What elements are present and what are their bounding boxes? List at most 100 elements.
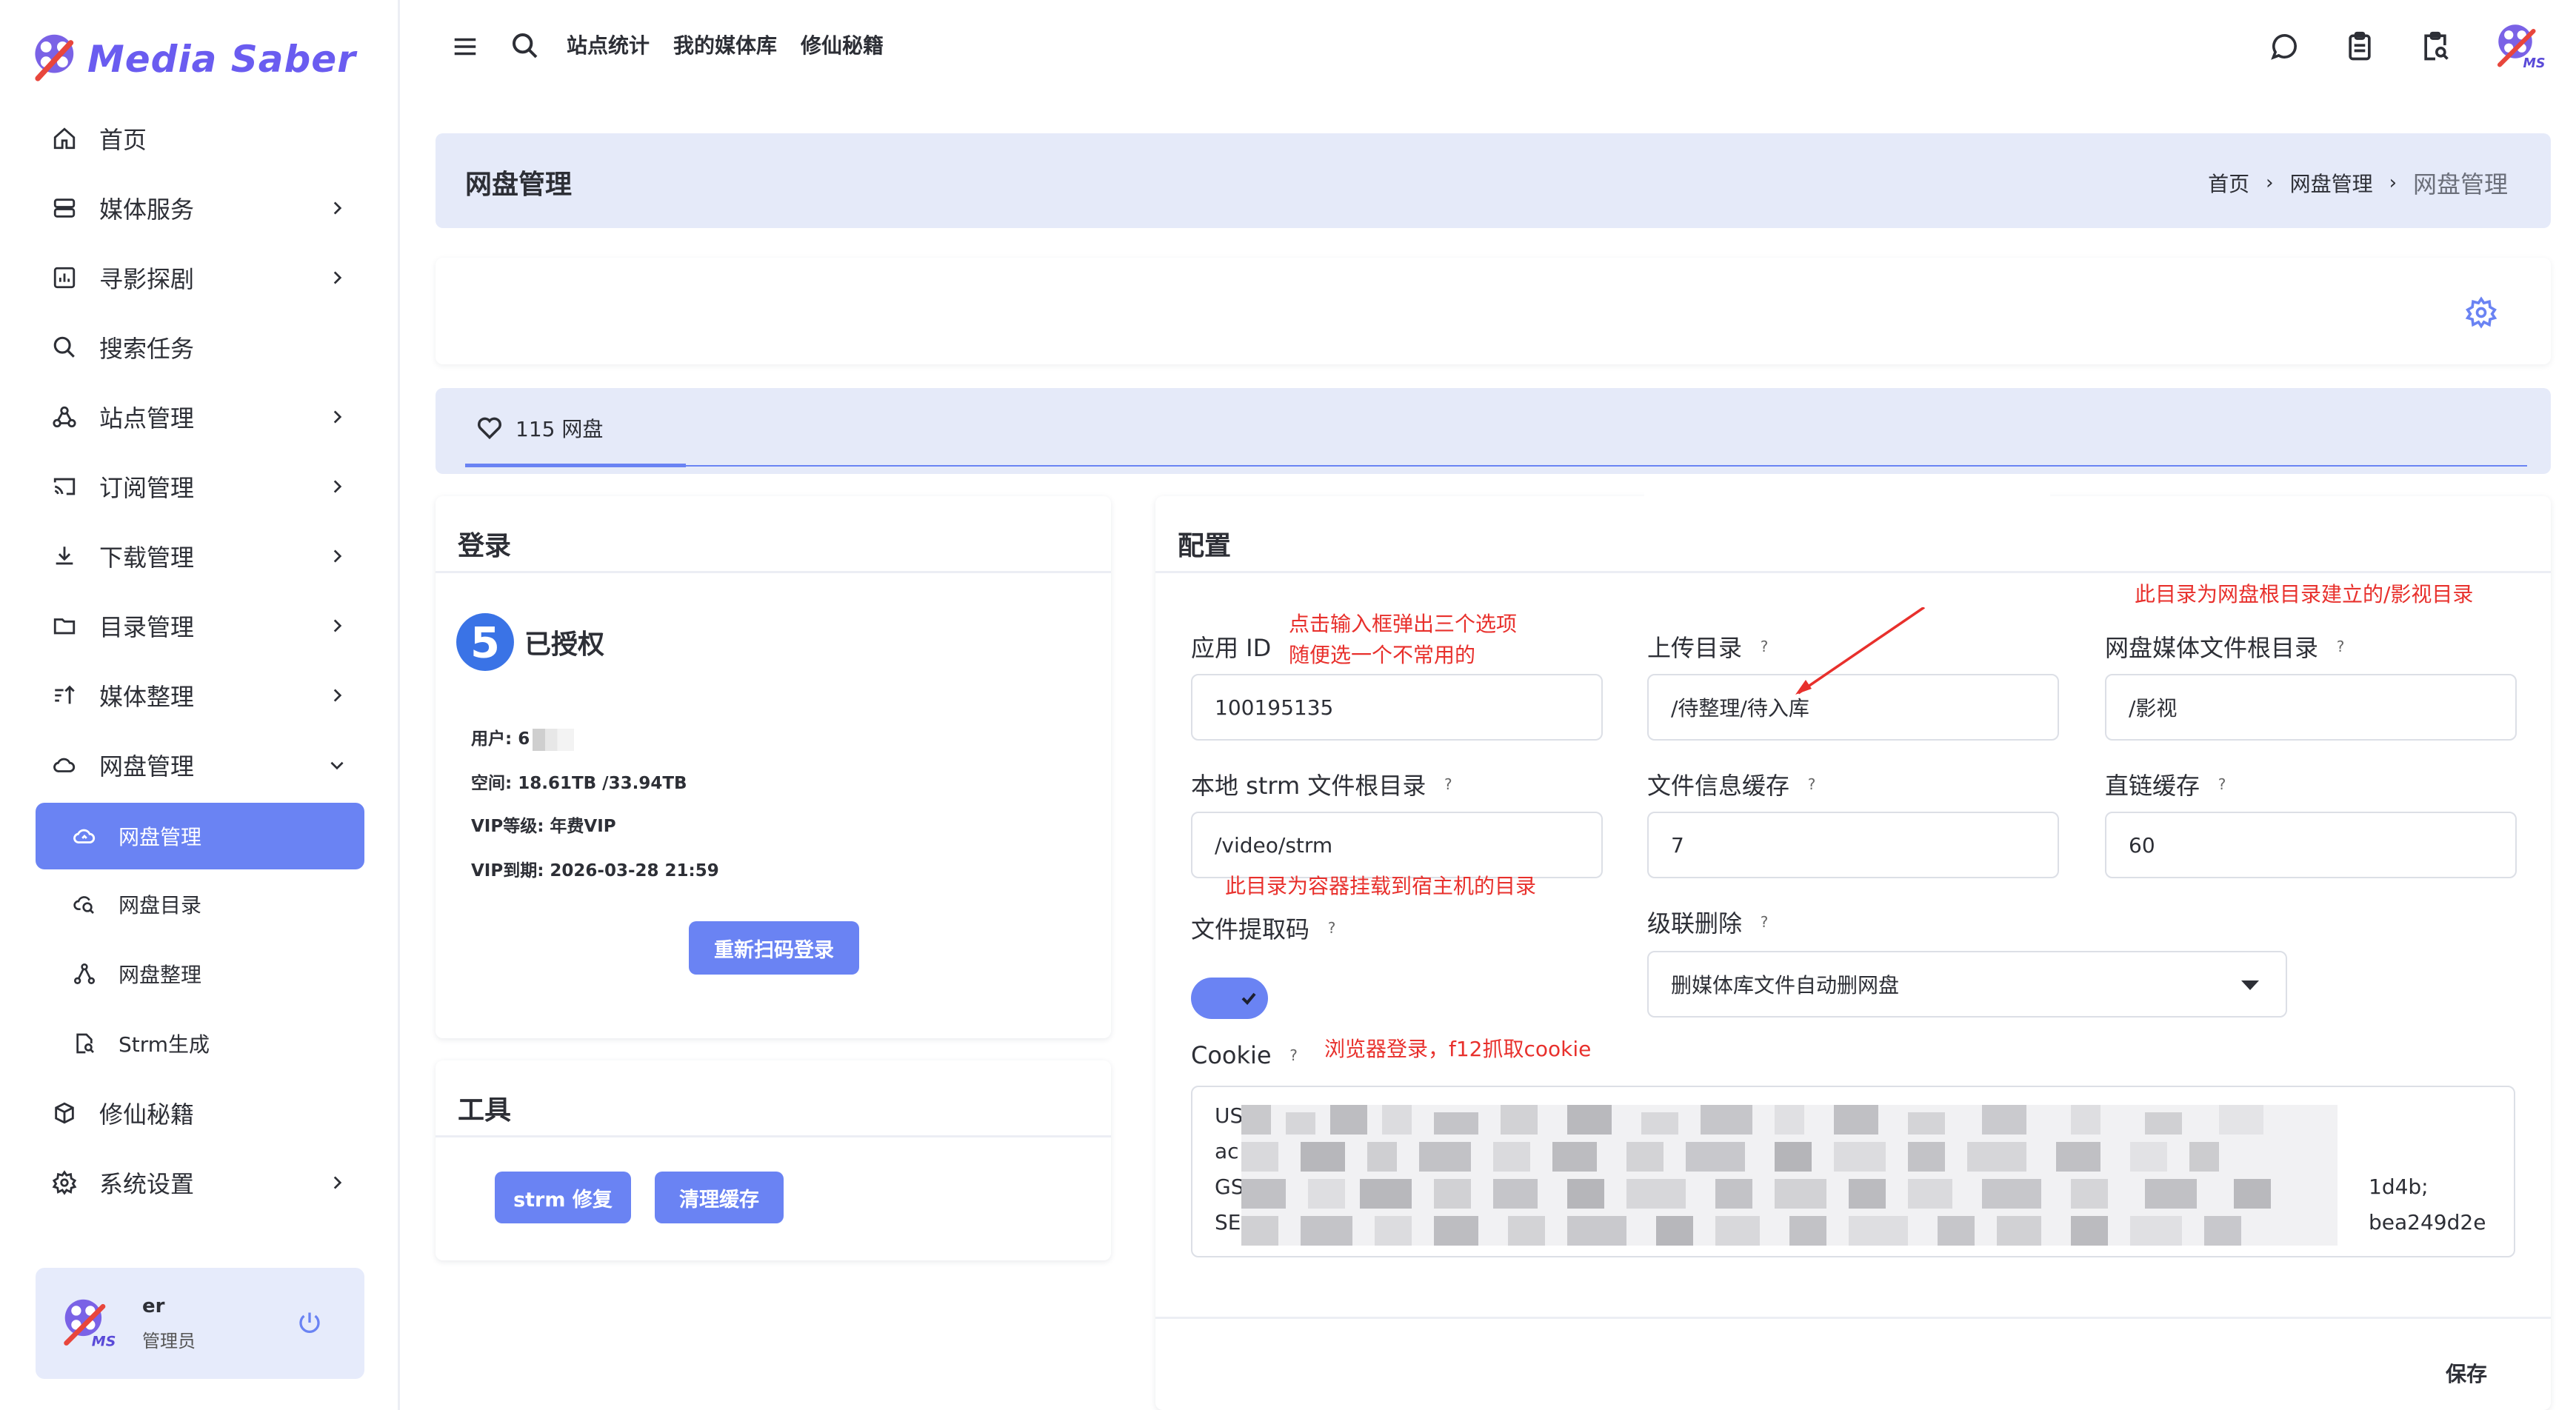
- sidebar-item-label: 修仙秘籍: [99, 1100, 195, 1129]
- svg-text:MS: MS: [92, 1333, 116, 1349]
- breadcrumb: 首页 › 网盘管理 › 网盘管理: [2208, 166, 2508, 200]
- user-name: er: [142, 1294, 165, 1317]
- help-icon[interactable]: ?: [1755, 913, 1773, 931]
- sidebar-item-home[interactable]: 首页: [36, 104, 364, 173]
- tab-115-drive[interactable]: 115 网盘: [476, 413, 603, 443]
- sidebar-subitem-label: Strm生成: [119, 1032, 210, 1057]
- sidebar-item-media-service[interactable]: 媒体服务: [36, 173, 364, 243]
- help-icon[interactable]: ?: [2332, 638, 2349, 655]
- sidebar-subitem-strm[interactable]: Strm生成: [36, 1009, 364, 1078]
- chevron-right-icon: [333, 480, 342, 493]
- help-icon[interactable]: ?: [1285, 1046, 1303, 1064]
- link-cache-label: 直链缓存?: [2105, 767, 2231, 801]
- top-right-actions: MS: [2268, 21, 2576, 73]
- annotation-cookie: 浏览器登录，f12抓取cookie: [1324, 1037, 1592, 1061]
- file-cache-input[interactable]: 7: [1647, 812, 2059, 878]
- app-id-label: 应用 ID: [1191, 629, 1271, 664]
- chevron-right-icon: [333, 201, 342, 215]
- help-icon[interactable]: ?: [2213, 775, 2231, 793]
- top-link-site-stats[interactable]: 站点统计: [567, 30, 650, 59]
- page-title: 网盘管理: [465, 170, 573, 200]
- link-cache-input[interactable]: 60: [2105, 812, 2517, 878]
- cookie-line: SE: [1215, 1210, 1241, 1234]
- cascade-delete-select[interactable]: 删媒体库文件自动删网盘: [1647, 951, 2287, 1018]
- sidebar-item-explore[interactable]: 寻影探剧: [36, 243, 364, 313]
- menu-icon[interactable]: [451, 33, 479, 61]
- breadcrumb-cloud[interactable]: 网盘管理: [2290, 168, 2373, 198]
- organize-icon: [71, 960, 98, 987]
- home-icon: [50, 124, 79, 153]
- cascade-delete-value: 删媒体库文件自动删网盘: [1671, 973, 1900, 998]
- message-icon[interactable]: [2268, 30, 2300, 63]
- annotation-app-id-1: 点击输入框弹出三个选项: [1289, 612, 1518, 636]
- sites-icon: [50, 403, 79, 431]
- sidebar-item-subscriptions[interactable]: 订阅管理: [36, 452, 364, 521]
- cookie-label: Cookie?: [1191, 1041, 1303, 1069]
- sidebar-item-secrets[interactable]: 修仙秘籍: [36, 1078, 364, 1148]
- top-links: 站点统计 我的媒体库 修仙秘籍: [567, 30, 884, 59]
- sidebar-item-label: 媒体服务: [99, 196, 195, 224]
- rescan-login-button[interactable]: 重新扫码登录: [689, 921, 859, 975]
- help-icon[interactable]: ?: [1803, 775, 1821, 793]
- clipboard-icon[interactable]: [2343, 30, 2376, 63]
- user-card[interactable]: MS er 管理员: [36, 1268, 364, 1379]
- avatar[interactable]: MS: [2495, 21, 2546, 73]
- sidebar-subitem-label: 网盘整理: [119, 963, 202, 987]
- check-icon: [1241, 992, 1256, 1005]
- sidebar-item-sites[interactable]: 站点管理: [36, 382, 364, 452]
- box-icon: [50, 1099, 79, 1127]
- page-title-bar: 网盘管理 首页 › 网盘管理 › 网盘管理: [436, 133, 2551, 228]
- help-icon[interactable]: ?: [1439, 775, 1457, 793]
- cookie-line: ac: [1215, 1139, 1239, 1163]
- chevron-right-icon: [333, 549, 342, 563]
- clear-cache-button[interactable]: 清理缓存: [655, 1172, 784, 1223]
- sidebar-item-directories[interactable]: 目录管理: [36, 591, 364, 661]
- gear-icon[interactable]: [2465, 296, 2497, 329]
- sidebar-item-downloads[interactable]: 下载管理: [36, 521, 364, 591]
- sidebar-item-label: 网盘管理: [99, 752, 195, 781]
- sidebar-subitem-label: 网盘目录: [119, 893, 202, 918]
- top-link-my-library[interactable]: 我的媒体库: [673, 30, 777, 59]
- strm-dir-input[interactable]: /video/strm: [1191, 812, 1603, 878]
- cascade-delete-label: 级联删除?: [1647, 905, 1773, 939]
- sidebar-item-settings[interactable]: 系统设置: [36, 1148, 364, 1217]
- sidebar-subitem-cloud-directory[interactable]: 网盘目录: [36, 869, 364, 939]
- app-logo-text: Media Saber: [87, 38, 356, 81]
- power-icon[interactable]: [296, 1309, 323, 1336]
- help-icon[interactable]: ?: [1323, 919, 1341, 937]
- auth-status-text: 已授权: [524, 629, 605, 660]
- sidebar-item-cloud-drive[interactable]: 网盘管理: [36, 730, 364, 800]
- top-link-secrets[interactable]: 修仙秘籍: [801, 30, 884, 59]
- search-icon[interactable]: [510, 31, 540, 61]
- breadcrumb-home[interactable]: 首页: [2208, 168, 2249, 198]
- sidebar-item-media-organize[interactable]: 媒体整理: [36, 661, 364, 730]
- upload-dir-label-text: 上传目录: [1647, 634, 1743, 662]
- account-vip-expire: VIP到期: 2026-03-28 21:59: [471, 861, 719, 881]
- user-info: er 管理员: [142, 1295, 196, 1352]
- config-header-overlay: [1644, 481, 2050, 567]
- account-vip-level: VIP等级: 年费VIP: [471, 817, 616, 836]
- save-button[interactable]: 保存: [2446, 1358, 2487, 1388]
- root-dir-label: 网盘媒体文件根目录?: [2105, 629, 2349, 664]
- tools-card-title: 工具: [436, 1060, 1111, 1137]
- sidebar-subitem-cloud-organize[interactable]: 网盘整理: [36, 939, 364, 1009]
- chevron-right-icon: [333, 271, 342, 284]
- root-dir-input[interactable]: /影视: [2105, 674, 2517, 741]
- file-cache-label: 文件信息缓存?: [1647, 767, 1821, 801]
- sidebar-item-label: 订阅管理: [99, 474, 195, 502]
- svg-text:MS: MS: [2523, 56, 2546, 71]
- file-cache-label-text: 文件信息缓存: [1647, 772, 1790, 800]
- sidebar-item-search-task[interactable]: 搜索任务: [36, 313, 364, 382]
- app-logo[interactable]: Media Saber: [30, 22, 356, 96]
- app-id-input[interactable]: 100195135: [1191, 674, 1603, 741]
- clipboard-search-icon[interactable]: [2419, 30, 2452, 63]
- tab-divider: [465, 465, 2527, 467]
- cookie-textarea[interactable]: US ac GS SE 1d4b; bea249d2e: [1191, 1086, 2515, 1257]
- help-icon[interactable]: ?: [1755, 638, 1773, 655]
- extract-code-toggle[interactable]: [1191, 978, 1268, 1019]
- sidebar-subitem-cloud-manage[interactable]: 网盘管理: [36, 803, 364, 869]
- chevron-down-icon: [330, 761, 344, 770]
- chevron-right-icon: [333, 410, 342, 424]
- login-card-title: 登录: [436, 496, 1111, 573]
- strm-repair-button[interactable]: strm 修复: [495, 1172, 631, 1223]
